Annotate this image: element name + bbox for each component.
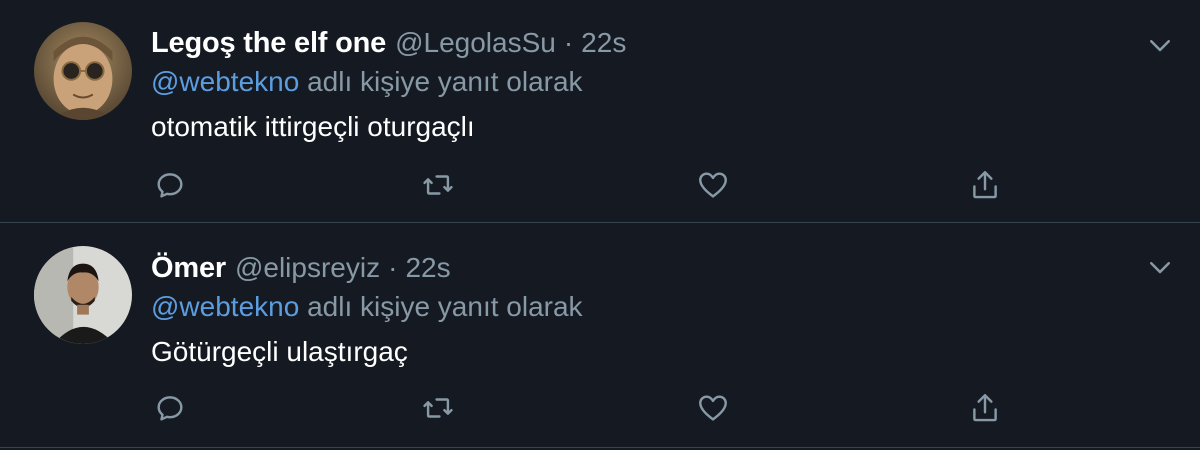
share-icon — [973, 394, 997, 422]
reply-context: @webtekno adlı kişiye yanıt olarak — [151, 66, 583, 98]
tweet[interactable]: Legoş the elf one @LegolasSu · 22s @webt… — [0, 0, 1200, 223]
separator-dot: · — [563, 27, 574, 58]
display-name[interactable]: Legoş the elf one — [151, 27, 386, 60]
avatar[interactable] — [34, 246, 132, 344]
tweet-text: Götürgeçli ulaştırgaç — [151, 336, 408, 367]
user-handle[interactable]: @LegolasSu — [395, 27, 556, 59]
retweet-button[interactable] — [418, 386, 458, 430]
timestamp[interactable]: 22s — [581, 27, 626, 59]
tweet-actions — [0, 386, 1200, 430]
tweet-text: otomatik ittirgeçli oturgaçlı — [151, 111, 475, 142]
reply-mention-link[interactable]: @webtekno — [151, 291, 299, 322]
tweet-header: Legoş the elf one @LegolasSu · 22s — [151, 24, 626, 62]
like-button[interactable] — [693, 163, 733, 207]
reply-context-text: adlı kişiye yanıt olarak — [299, 291, 583, 322]
retweet-button[interactable] — [418, 163, 458, 207]
reply-button[interactable] — [150, 163, 190, 207]
reply-context-text: adlı kişiye yanıt olarak — [299, 66, 583, 97]
timestamp[interactable]: 22s — [405, 252, 450, 284]
display-name[interactable]: Ömer — [151, 252, 226, 285]
retweet-icon — [423, 398, 453, 418]
share-button[interactable] — [965, 386, 1005, 430]
avatar[interactable] — [34, 22, 132, 120]
reply-icon — [157, 173, 183, 198]
retweet-icon — [423, 175, 453, 195]
tweet-header: Ömer @elipsreyiz · 22s — [151, 249, 451, 287]
heart-icon — [699, 395, 727, 421]
chevron-down-icon[interactable] — [1145, 30, 1175, 60]
heart-icon — [699, 172, 727, 198]
reply-icon — [157, 396, 183, 421]
avatar-image — [34, 246, 132, 344]
avatar-image — [34, 22, 132, 120]
separator-dot: · — [388, 252, 398, 283]
like-button[interactable] — [693, 386, 733, 430]
chevron-down-icon[interactable] — [1145, 252, 1175, 282]
share-button[interactable] — [965, 163, 1005, 207]
share-icon — [973, 171, 997, 199]
reply-mention-link[interactable]: @webtekno — [151, 66, 299, 97]
reply-context: @webtekno adlı kişiye yanıt olarak — [151, 291, 583, 323]
tweet-actions — [0, 163, 1200, 207]
reply-button[interactable] — [150, 386, 190, 430]
tweet[interactable]: Ömer @elipsreyiz · 22s @webtekno adlı ki… — [0, 224, 1200, 448]
tweet-feed: Legoş the elf one @LegolasSu · 22s @webt… — [0, 0, 1200, 450]
user-handle[interactable]: @elipsreyiz — [235, 252, 380, 284]
